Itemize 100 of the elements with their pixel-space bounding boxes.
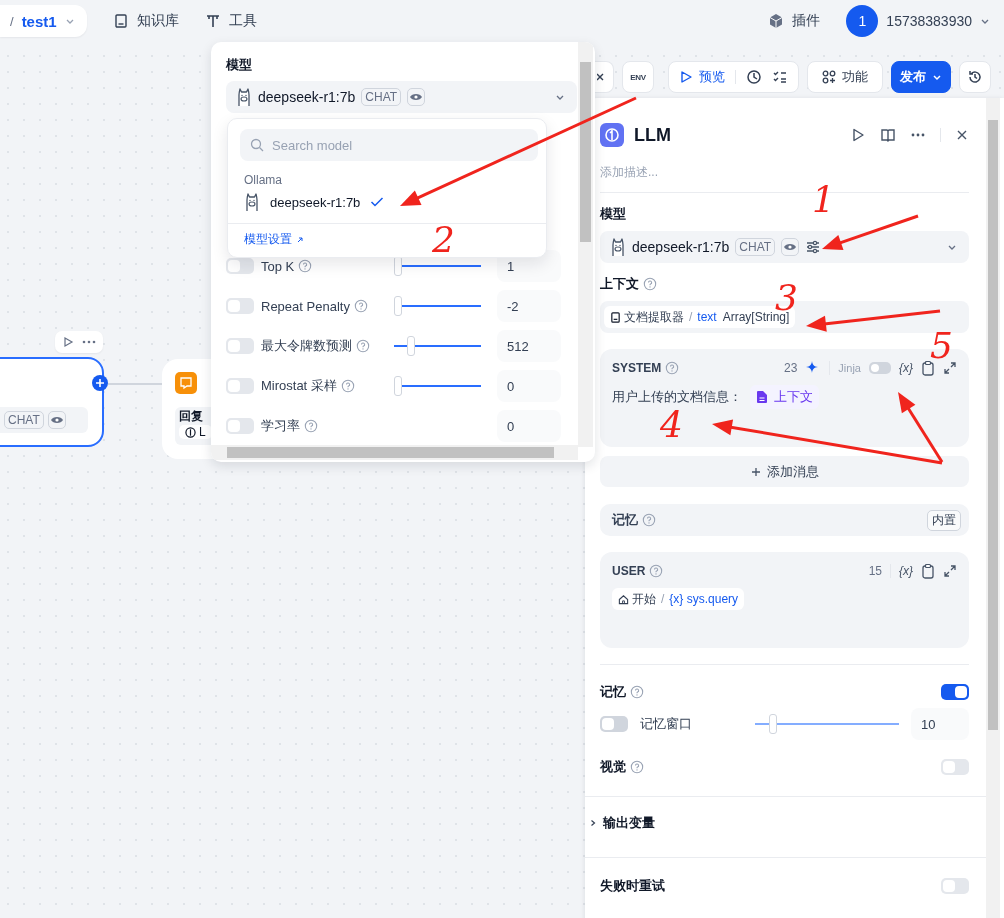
model-option[interactable]: deepseek-r1:7b <box>240 187 538 217</box>
help-icon <box>642 513 656 527</box>
expand-icon[interactable] <box>943 361 957 375</box>
add-node-button[interactable] <box>92 375 108 391</box>
answer-icon <box>175 372 197 394</box>
memory-window-input[interactable]: 10 <box>911 708 969 740</box>
param-label: 最大令牌数预测 <box>261 337 352 355</box>
scrollbar[interactable] <box>578 42 593 447</box>
scrollbar[interactable] <box>211 445 578 460</box>
clipboard-icon[interactable] <box>921 563 935 579</box>
publish-button[interactable]: 发布 <box>891 61 951 93</box>
description-field[interactable]: 添加描述... <box>600 162 969 182</box>
field-label: 回复 <box>179 408 203 425</box>
annotation-number: 4 <box>660 407 683 443</box>
param-switch[interactable] <box>226 298 254 314</box>
param-input[interactable]: 0 <box>497 410 561 442</box>
close-icon[interactable] <box>955 128 969 142</box>
variable-chip: L <box>179 425 212 439</box>
slider-thumb[interactable] <box>769 714 778 734</box>
role-label: USER <box>612 564 646 578</box>
history-run-icon[interactable] <box>746 69 762 85</box>
help-icon <box>340 379 355 393</box>
param-switch[interactable] <box>226 258 254 274</box>
vision-switch[interactable] <box>941 759 969 775</box>
param-switch[interactable] <box>226 378 254 394</box>
param-input[interactable]: 512 <box>497 330 561 362</box>
user-prompt-editor[interactable]: USER 15 {x} 开始 / {x} sys.query <box>600 552 969 648</box>
insert-variable-button[interactable]: {x} <box>899 564 913 578</box>
help-icon <box>630 685 644 699</box>
settings-sliders-icon[interactable] <box>805 239 822 255</box>
llama-icon <box>236 87 252 107</box>
nav-tab[interactable]: 工具 <box>204 12 257 30</box>
nav-tab[interactable]: 知识库 <box>112 12 179 30</box>
add-message-button[interactable]: 添加消息 <box>600 456 969 487</box>
llm-node[interactable]: CHAT <box>0 357 104 447</box>
help-icon <box>356 339 370 353</box>
plugins-tab[interactable]: 插件 <box>768 12 821 30</box>
variable-chip: 开始 / {x} sys.query <box>612 588 745 610</box>
llama-icon <box>244 192 260 212</box>
param-input[interactable]: -2 <box>497 290 561 322</box>
model-settings-link[interactable]: 模型设置 <box>244 231 304 248</box>
param-label: Top K <box>261 258 295 274</box>
context-chip: 上下文 <box>750 385 819 409</box>
param-input[interactable]: 0 <box>497 370 561 402</box>
document-icon <box>610 311 621 323</box>
llm-icon <box>185 426 196 438</box>
cube-icon <box>768 13 785 29</box>
help-icon <box>298 259 313 273</box>
check-icon <box>370 196 385 208</box>
model-selector[interactable]: deepseek-r1:7b CHAT <box>600 231 969 263</box>
env-button[interactable]: ENV <box>622 61 654 93</box>
memory-window-switch[interactable] <box>600 716 628 732</box>
slider-thumb[interactable] <box>394 296 402 316</box>
help-icon <box>649 564 664 578</box>
help-icon <box>665 361 680 375</box>
model-tag: CHAT <box>735 238 776 256</box>
caret-icon <box>932 72 942 82</box>
expand-icon[interactable] <box>943 564 957 578</box>
slider-thumb[interactable] <box>407 336 416 356</box>
checklist-icon[interactable] <box>772 69 788 85</box>
project-name[interactable]: test1 <box>21 12 57 30</box>
avatar: 1 <box>846 5 879 37</box>
insert-variable-button[interactable]: {x} <box>899 361 913 375</box>
eye-icon <box>784 242 797 252</box>
model-tag: CHAT <box>4 411 44 429</box>
account-menu[interactable]: 1 15738383930 <box>846 5 990 37</box>
slider-thumb[interactable] <box>394 376 402 396</box>
prompt-text: 用户上传的文档信息： <box>612 388 742 406</box>
home-icon <box>618 593 629 605</box>
memory-label: 记忆 <box>612 511 638 529</box>
section-label: 模型 <box>600 205 626 223</box>
history-icon <box>967 69 983 85</box>
play-icon[interactable] <box>62 336 75 348</box>
retry-switch[interactable] <box>941 878 969 894</box>
model-selector[interactable]: deepseek-r1:7b CHAT <box>226 81 577 113</box>
document-icon <box>756 390 768 404</box>
grid-plus-icon <box>822 70 836 84</box>
play-icon[interactable] <box>850 127 866 143</box>
param-switch[interactable] <box>226 418 254 434</box>
project-switcher[interactable]: / test1 <box>0 5 87 37</box>
param-switch[interactable] <box>226 338 254 354</box>
history-button[interactable] <box>959 61 991 93</box>
plus-icon <box>95 378 105 388</box>
jinja-switch[interactable] <box>869 362 891 374</box>
clipboard-icon[interactable] <box>921 360 935 376</box>
search-field[interactable]: Search model <box>240 129 538 161</box>
plus-icon <box>750 466 761 477</box>
help-icon <box>353 299 368 313</box>
output-variables-toggle[interactable]: 输出变量 <box>585 803 1004 843</box>
book-icon <box>112 13 129 29</box>
llama-icon <box>610 237 626 257</box>
book-icon[interactable] <box>880 127 896 143</box>
preview-button[interactable]: 预览 <box>679 68 725 86</box>
tool-icon <box>204 13 221 29</box>
vision-label: 视觉 <box>600 758 626 776</box>
param-label: Repeat Penalty <box>261 298 350 314</box>
scrollbar[interactable] <box>986 98 1000 918</box>
memory-switch[interactable] <box>941 684 969 700</box>
play-icon <box>679 70 693 84</box>
features-button[interactable]: 功能 <box>807 61 883 93</box>
